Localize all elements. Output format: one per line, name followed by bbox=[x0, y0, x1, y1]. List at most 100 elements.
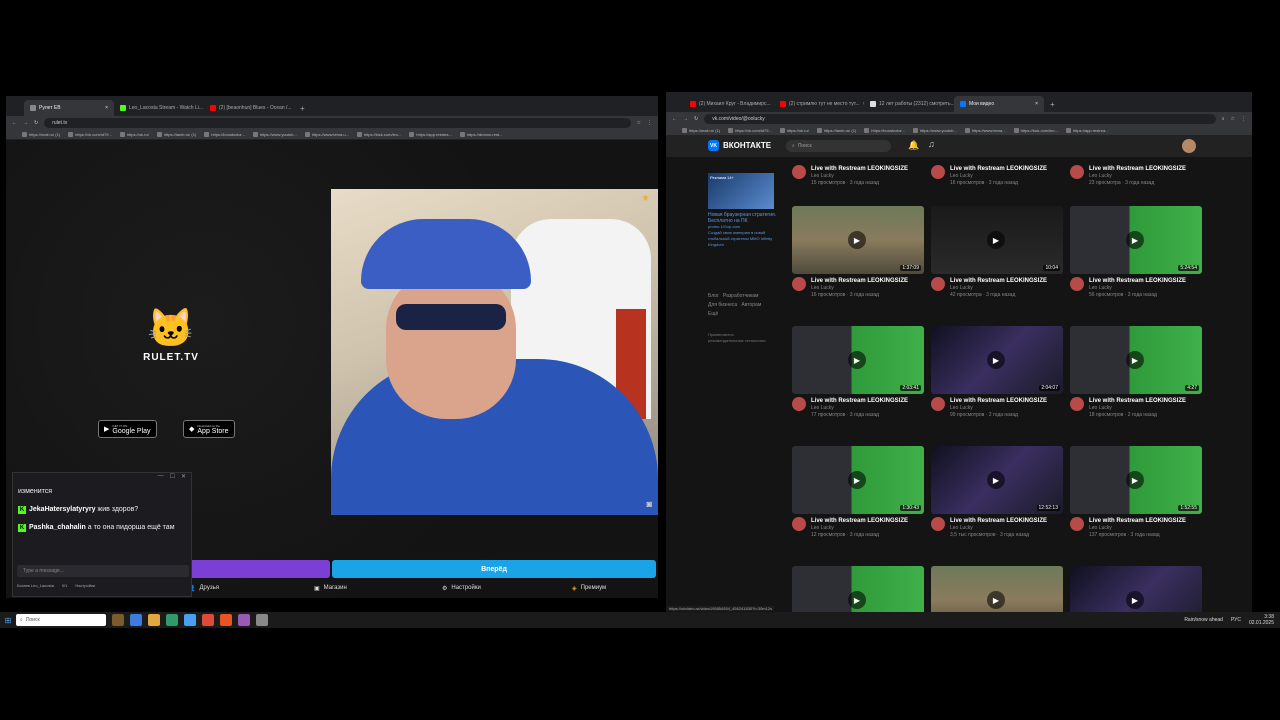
video-title[interactable]: Live with Restream LEOKINGSIZE bbox=[811, 277, 908, 285]
video-card[interactable]: Live with Restream LEOKINGSIZE Leo Lucky 1… bbox=[792, 162, 924, 187]
browser-tab[interactable]: Мои видео × bbox=[954, 96, 1044, 112]
video-channel[interactable]: Leo Lucky bbox=[950, 405, 1047, 412]
side-link[interactable]: Для бизнеса bbox=[708, 302, 737, 308]
vk-search-input[interactable]: ⌕ Поиск bbox=[786, 140, 891, 152]
play-icon[interactable]: ▶ bbox=[987, 351, 1005, 369]
channel-avatar[interactable] bbox=[1070, 397, 1084, 411]
forward-icon[interactable]: → bbox=[683, 116, 688, 122]
video-thumbnail[interactable]: ▶ bbox=[792, 566, 924, 612]
taskbar-search[interactable]: ⌕ Поиск bbox=[16, 614, 106, 626]
browser-tab[interactable]: 12 лет работы (2312) смотреть...× bbox=[864, 96, 954, 112]
browser-tab[interactable]: Leo_Lacosta Stream - Watch Li...× bbox=[114, 100, 204, 116]
maximize-icon[interactable]: ☐ bbox=[170, 473, 175, 483]
clock[interactable]: 3:38 02.01.2025 bbox=[1249, 614, 1274, 626]
video-card[interactable]: ▶ bbox=[1070, 566, 1202, 612]
video-thumbnail[interactable]: ▶ 10:04 bbox=[931, 206, 1063, 274]
chat-username[interactable]: Pashka_chahalin bbox=[29, 524, 86, 531]
close-icon[interactable]: ✕ bbox=[181, 473, 186, 483]
video-title[interactable]: Live with Restream LEOKINGSIZE bbox=[811, 517, 908, 525]
bookmark-item[interactable]: https://dronno.rest... bbox=[459, 131, 502, 137]
channel-avatar[interactable] bbox=[792, 517, 806, 531]
video-title[interactable]: Live with Restream LEOKINGSIZE bbox=[1089, 517, 1186, 525]
video-channel[interactable]: Leo Lucky bbox=[811, 285, 908, 292]
ad-title[interactable]: Новая браузерная стратегия. Бесплатно на… bbox=[708, 212, 778, 224]
right-url-field[interactable]: vk.com/video/@ooluckу bbox=[704, 113, 1216, 124]
video-title[interactable]: Live with Restream LEOKINGSIZE bbox=[950, 165, 1047, 173]
video-title[interactable]: Live with Restream LEOKINGSIZE bbox=[811, 165, 908, 173]
left-url-field[interactable]: rulet.tv bbox=[44, 117, 631, 128]
video-card[interactable]: ▶ bbox=[792, 566, 924, 612]
menu-icon[interactable]: ⋮ bbox=[647, 120, 652, 126]
video-card[interactable]: ▶ 2:03:41 Live with Restream LEOKINGSIZE Le… bbox=[792, 326, 924, 419]
bell-icon[interactable]: 🔔 bbox=[908, 140, 919, 151]
play-icon[interactable]: ▶ bbox=[848, 231, 866, 249]
bookmark-item[interactable]: https://kick.com/leo... bbox=[356, 131, 401, 137]
channel-avatar[interactable] bbox=[931, 517, 945, 531]
play-icon[interactable]: ▶ bbox=[987, 231, 1005, 249]
browser-tab[interactable]: (2) [beaonhun] Blues - Ocean /...× bbox=[204, 100, 294, 116]
taskbar-app-icon[interactable] bbox=[148, 614, 160, 626]
bookmark-item[interactable]: https://vk.com/id79... bbox=[68, 131, 112, 137]
next-button[interactable]: Вперёд bbox=[332, 560, 656, 578]
video-card[interactable]: ▶ 1:30:43 Live with Restream LEOKINGSIZE Le… bbox=[792, 446, 924, 539]
play-icon[interactable]: ▶ bbox=[987, 471, 1005, 489]
video-thumbnail[interactable]: ▶ 2:04:07 bbox=[931, 326, 1063, 394]
bookmark-star-icon[interactable]: ☆ bbox=[637, 120, 641, 126]
video-card[interactable]: ▶ 12:52:13 Live with Restream LEOKINGSIZE L… bbox=[931, 446, 1063, 539]
reload-icon[interactable]: ↻ bbox=[694, 116, 698, 122]
taskbar-app-icon[interactable] bbox=[184, 614, 196, 626]
video-channel[interactable]: Leo Lucky bbox=[811, 525, 908, 532]
language-indicator[interactable]: РУС bbox=[1231, 617, 1241, 623]
browser-tab[interactable]: (2) Михаил Круг - Владимирс...× bbox=[684, 96, 774, 112]
video-thumbnail[interactable]: ▶ bbox=[1070, 566, 1202, 612]
ad-image[interactable]: Реклама 14+ bbox=[708, 173, 774, 209]
bookmark-item[interactable]: https://boostcolor... bbox=[204, 131, 245, 137]
video-title[interactable]: Live with Restream LEOKINGSIZE bbox=[1089, 397, 1186, 405]
video-channel[interactable]: Leo Lucky bbox=[950, 173, 1047, 180]
weather-text[interactable]: Rain/snow ahead bbox=[1184, 617, 1223, 623]
camera-icon[interactable]: ◙ bbox=[647, 499, 652, 509]
video-title[interactable]: Live with Restream LEOKINGSIZE bbox=[1089, 277, 1186, 285]
chat-username[interactable]: JekaHatersylatyryry bbox=[29, 506, 96, 513]
channel-avatar[interactable] bbox=[1070, 277, 1084, 291]
video-thumbnail[interactable]: ▶ 1:30:43 bbox=[792, 446, 924, 514]
channel-avatar[interactable] bbox=[792, 277, 806, 291]
chat-settings-link[interactable]: Настройки bbox=[75, 583, 95, 588]
video-thumbnail[interactable]: ▶ 1:52:55 bbox=[1070, 446, 1202, 514]
side-link[interactable]: Блог bbox=[708, 293, 719, 299]
bookmark-item[interactable]: https://boostcolor... bbox=[864, 127, 905, 133]
video-channel[interactable]: Leo Lucky bbox=[811, 405, 908, 412]
bookmark-item[interactable]: https://app.restrea... bbox=[409, 131, 452, 137]
bookmark-star-icon[interactable]: ☆ bbox=[1231, 116, 1235, 122]
taskbar-app-icon[interactable] bbox=[112, 614, 124, 626]
channel-avatar[interactable] bbox=[931, 277, 945, 291]
video-card[interactable]: ▶ 1:52:55 Live with Restream LEOKINGSIZE Le… bbox=[1070, 446, 1202, 539]
bookmark-item[interactable]: https://mail.ru/ (1) bbox=[682, 127, 720, 133]
bookmark-item[interactable]: https://app.restrea... bbox=[1065, 127, 1109, 133]
taskbar-app-icon[interactable] bbox=[220, 614, 232, 626]
play-icon[interactable]: ▶ bbox=[987, 591, 1005, 609]
side-link[interactable]: Разработчикам bbox=[723, 293, 759, 299]
video-card[interactable]: Live with Restream LEOKINGSIZE Leo Lucky 2… bbox=[1070, 162, 1202, 187]
nav-shop[interactable]: ▣ Магазин bbox=[314, 585, 347, 592]
video-card[interactable]: ▶ bbox=[931, 566, 1063, 612]
taskbar-app-icon[interactable] bbox=[238, 614, 250, 626]
video-channel[interactable]: Leo Lucky bbox=[1089, 525, 1186, 532]
side-link[interactable]: Авторам bbox=[741, 302, 761, 308]
bookmark-item[interactable]: https://lamb.ru/ (1) bbox=[156, 131, 196, 137]
bookmark-item[interactable]: https://www.youtub... bbox=[912, 127, 957, 133]
back-icon[interactable]: ← bbox=[672, 116, 677, 122]
taskbar-app-icon[interactable] bbox=[202, 614, 214, 626]
nav-friends[interactable]: 👤Друзья bbox=[188, 585, 219, 592]
video-thumbnail[interactable]: ▶ 5:24:54 bbox=[1070, 206, 1202, 274]
reload-icon[interactable]: ↻ bbox=[34, 120, 38, 126]
bookmark-item[interactable]: https://www.tema... bbox=[964, 127, 1006, 133]
play-icon[interactable]: ▶ bbox=[848, 351, 866, 369]
play-icon[interactable]: ▶ bbox=[1126, 591, 1144, 609]
search-icon[interactable]: ⌕ bbox=[1222, 116, 1225, 122]
channel-avatar[interactable] bbox=[792, 165, 806, 179]
app-store-button[interactable]: ◆ Download on the App Store bbox=[183, 420, 235, 438]
video-title[interactable]: Live with Restream LEOKINGSIZE bbox=[950, 277, 1047, 285]
video-channel[interactable]: Leo Lucky bbox=[811, 173, 908, 180]
bookmark-item[interactable]: https://www.youtub... bbox=[252, 131, 297, 137]
